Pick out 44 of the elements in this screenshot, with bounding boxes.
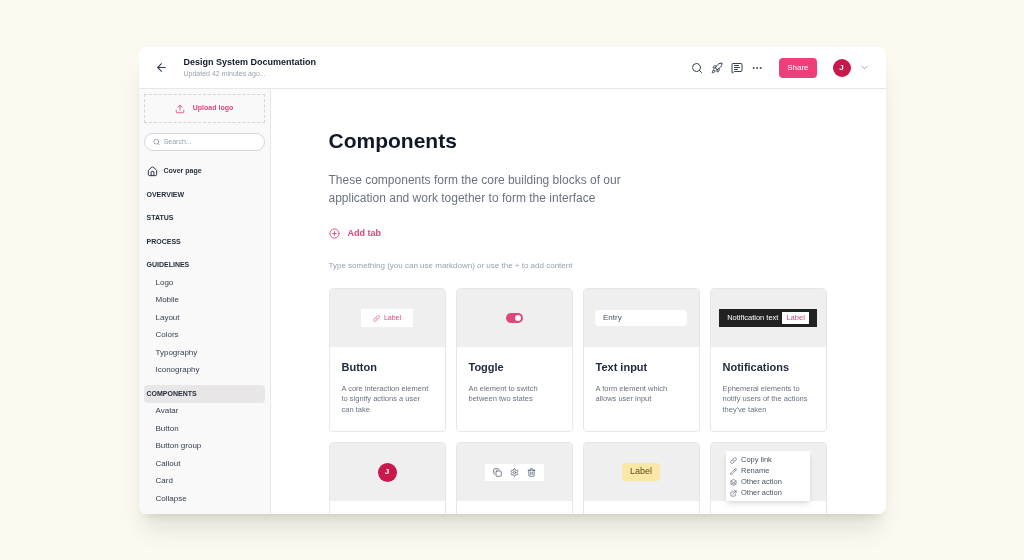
sidebar-item[interactable]: Button <box>143 420 265 438</box>
plus-circle-icon <box>328 227 340 239</box>
trash-icon[interactable] <box>526 467 536 477</box>
sidebar-item[interactable]: Avatar <box>143 402 265 420</box>
upload-icon <box>174 103 185 114</box>
sidebar-item[interactable]: Logo <box>143 274 265 292</box>
link-icon <box>730 456 737 464</box>
avatar: J <box>377 462 397 482</box>
share-button[interactable]: Share <box>779 57 817 78</box>
sidebar-item[interactable]: Mobile <box>143 291 265 309</box>
avatar[interactable]: J <box>832 58 851 77</box>
settings-icon[interactable] <box>509 467 519 477</box>
sidebar-item[interactable]: Button group <box>143 437 265 455</box>
add-tab-button[interactable]: Add tab <box>328 226 381 240</box>
toggle-switch[interactable] <box>505 313 523 323</box>
search-icon[interactable] <box>691 61 704 74</box>
pencil-icon <box>730 467 737 475</box>
search-icon <box>152 138 160 146</box>
link-icon <box>372 314 380 322</box>
comment-icon[interactable] <box>731 61 744 74</box>
document-title: Design System Documentation <box>183 55 317 69</box>
layers-icon <box>730 478 737 486</box>
component-card[interactable]: J <box>328 442 446 514</box>
page-description: These components form the core building blocks of our application and work together to form the interface <box>328 171 622 207</box>
sidebar-item[interactable]: Colors <box>143 326 265 344</box>
label-tag: Label <box>622 463 660 481</box>
home-icon <box>146 166 158 177</box>
card-title: Text input <box>595 360 649 375</box>
entry-field[interactable]: Entry <box>595 310 687 326</box>
sidebar-item[interactable]: Callout <box>143 455 265 473</box>
card-title: Toggle <box>468 360 505 375</box>
page-title: Components <box>328 128 458 154</box>
card-title: Button <box>341 360 378 375</box>
copy-icon[interactable] <box>492 467 502 477</box>
external-icon <box>730 489 737 497</box>
sidebar-item[interactable]: Collapse <box>143 490 265 508</box>
sidebar-item[interactable]: Layout <box>143 309 265 327</box>
component-card[interactable]: Label <box>582 442 700 514</box>
rocket-icon[interactable] <box>711 61 724 74</box>
sidebar-item[interactable]: Card <box>143 472 265 490</box>
card-title: Notifications <box>722 360 791 375</box>
sidebar-item[interactable]: Iconography <box>143 361 265 379</box>
back-arrow-icon[interactable] <box>154 61 168 74</box>
sidebar-item[interactable]: Typography <box>143 344 265 362</box>
